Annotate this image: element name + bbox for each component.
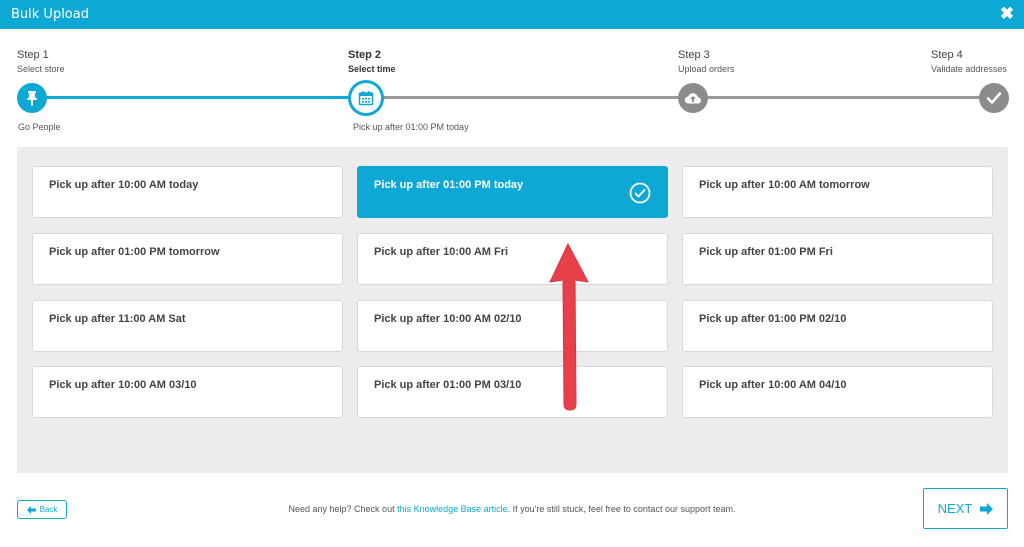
title-bar: Bulk Upload ✖ [0, 0, 1024, 29]
time-option[interactable]: Pick up after 01:00 PM 02/10 [682, 300, 993, 352]
step-1-subtitle: Select store [17, 64, 65, 74]
progress-track-complete [32, 96, 366, 99]
step-2-number: Step 2 [348, 49, 382, 61]
time-option-label: Pick up after 10:00 AM tomorrow [699, 179, 870, 191]
help-text: Need any help? Check out this Knowledge … [0, 504, 1024, 514]
time-option-selected[interactable]: Pick up after 01:00 PM today [357, 166, 668, 218]
step-1-detail: Go People [18, 122, 61, 132]
time-option-label: Pick up after 10:00 AM 03/10 [49, 379, 197, 391]
next-label: NEXT [937, 501, 973, 516]
step-2-node[interactable] [348, 80, 384, 116]
help-prefix: Need any help? Check out [288, 504, 395, 514]
step-1-header: Step 1 Select store [17, 48, 65, 76]
arrow-right-icon [980, 502, 994, 515]
time-option[interactable]: Pick up after 10:00 AM Fri [357, 233, 668, 285]
window-title: Bulk Upload [11, 7, 89, 22]
time-option-label: Pick up after 11:00 AM Sat [49, 313, 186, 325]
time-option[interactable]: Pick up after 01:00 PM Fri [682, 233, 993, 285]
step-2-header: Step 2 Select time [348, 48, 396, 76]
time-option[interactable]: Pick up after 10:00 AM today [32, 166, 343, 218]
time-option[interactable]: Pick up after 10:00 AM 02/10 [357, 300, 668, 352]
step-4-header: Step 4 Validate addresses [931, 48, 1007, 76]
knowledge-base-link[interactable]: this Knowledge Base article [397, 504, 508, 514]
step-3-node[interactable] [678, 83, 708, 113]
time-option-label: Pick up after 01:00 PM 03/10 [374, 379, 522, 391]
step-3-header: Step 3 Upload orders [678, 48, 735, 76]
time-option-label: Pick up after 01:00 PM Fri [699, 246, 833, 258]
time-option[interactable]: Pick up after 01:00 PM tomorrow [32, 233, 343, 285]
step-3-subtitle: Upload orders [678, 64, 735, 74]
time-option[interactable]: Pick up after 10:00 AM 03/10 [32, 366, 343, 418]
step-2-subtitle: Select time [348, 64, 396, 74]
step-2-detail: Pick up after 01:00 PM today [353, 122, 469, 132]
time-option-label: Pick up after 01:00 PM tomorrow [49, 246, 220, 258]
cloud-upload-icon [684, 93, 702, 104]
time-option-label: Pick up after 10:00 AM 04/10 [699, 379, 847, 391]
time-option[interactable]: Pick up after 01:00 PM 03/10 [357, 366, 668, 418]
next-button[interactable]: NEXT [923, 488, 1008, 529]
close-icon[interactable]: ✖ [998, 5, 1016, 23]
check-circle-icon [629, 182, 651, 204]
help-suffix: . If you're still stuck, feel free to co… [507, 504, 736, 514]
calendar-icon [358, 91, 374, 106]
time-option[interactable]: Pick up after 11:00 AM Sat [32, 300, 343, 352]
time-option-label: Pick up after 01:00 PM 02/10 [699, 313, 847, 325]
time-option-label: Pick up after 01:00 PM today [374, 179, 524, 191]
step-4-node[interactable] [979, 83, 1009, 113]
pin-icon [27, 91, 37, 106]
step-1-node[interactable] [17, 83, 47, 113]
time-option[interactable]: Pick up after 10:00 AM 04/10 [682, 366, 993, 418]
time-option-label: Pick up after 10:00 AM 02/10 [374, 313, 522, 325]
step-1-number: Step 1 [17, 49, 49, 61]
step-4-subtitle: Validate addresses [931, 64, 1007, 74]
checkmark-icon [986, 92, 1002, 104]
step-3-number: Step 3 [678, 49, 710, 61]
time-option-label: Pick up after 10:00 AM today [49, 179, 199, 191]
time-option[interactable]: Pick up after 10:00 AM tomorrow [682, 166, 993, 218]
step-4-number: Step 4 [931, 49, 963, 61]
time-option-label: Pick up after 10:00 AM Fri [374, 246, 509, 258]
